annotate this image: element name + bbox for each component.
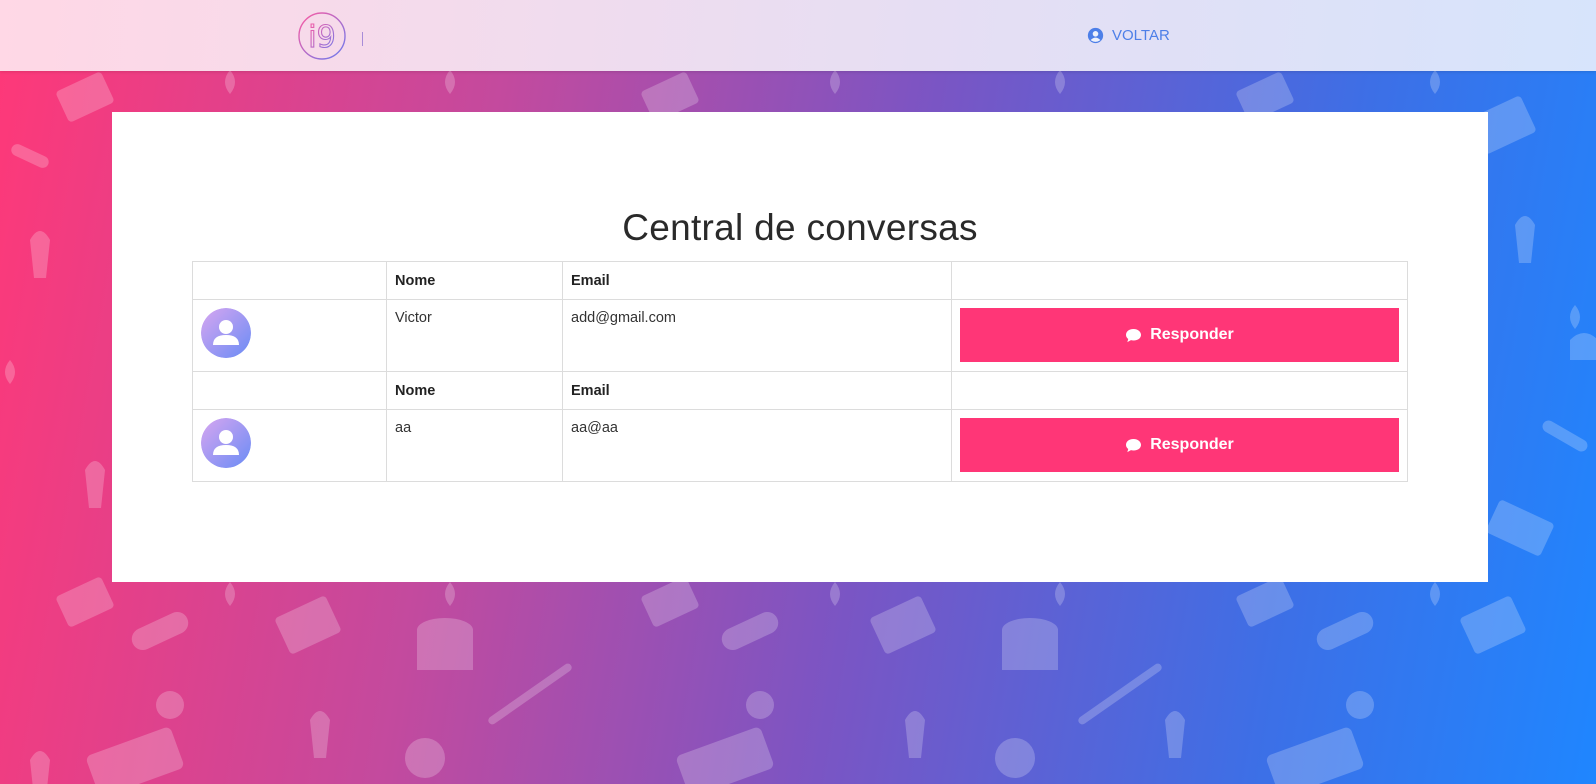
user-avatar-icon [201, 418, 251, 468]
page-title: Central de conversas [622, 207, 978, 248]
action-cell: Responder [951, 409, 1408, 482]
header-cell-action [951, 371, 1408, 410]
avatar-cell [192, 299, 387, 372]
conversations-table: Nome Email Victor add@gmail.com Responde… [192, 261, 1408, 482]
chat-bubble-icon [1126, 328, 1142, 342]
header-cell-avatar [192, 261, 387, 300]
conversation-name: aa [386, 409, 563, 482]
header-cell-email: Email [562, 261, 952, 300]
reply-button-label: Responder [1150, 436, 1234, 453]
avatar-cell [192, 409, 387, 482]
table-row: aa aa@aa Responder [192, 409, 1408, 482]
header-cell-action [951, 261, 1408, 300]
back-label: VOLTAR [1112, 26, 1170, 44]
reply-button[interactable]: Responder [960, 308, 1399, 362]
logo-divider [362, 32, 363, 46]
user-circle-icon [1087, 27, 1104, 43]
logo-text: i9 [308, 20, 335, 55]
conversation-name: Victor [386, 299, 563, 372]
table-header-row: Nome Email [192, 371, 1408, 410]
action-cell: Responder [951, 299, 1408, 372]
header-cell-email: Email [562, 371, 952, 410]
conversation-email: aa@aa [562, 409, 952, 482]
reply-button-label: Responder [1150, 326, 1234, 343]
conversations-card: Central de conversas Nome Email Victor a… [112, 112, 1488, 582]
table-row: Victor add@gmail.com Responder [192, 299, 1408, 372]
chat-bubble-icon [1126, 438, 1142, 452]
back-link[interactable]: VOLTAR [1087, 24, 1170, 46]
i9-logo[interactable]: i9 [297, 11, 347, 61]
header-cell-name: Nome [386, 371, 563, 410]
header-cell-name: Nome [386, 261, 563, 300]
top-navbar: i9 VOLTAR [0, 0, 1596, 71]
reply-button[interactable]: Responder [960, 418, 1399, 472]
user-avatar-icon [201, 308, 251, 358]
header-cell-avatar [192, 371, 387, 410]
table-header-row: Nome Email [192, 261, 1408, 300]
conversation-email: add@gmail.com [562, 299, 952, 372]
